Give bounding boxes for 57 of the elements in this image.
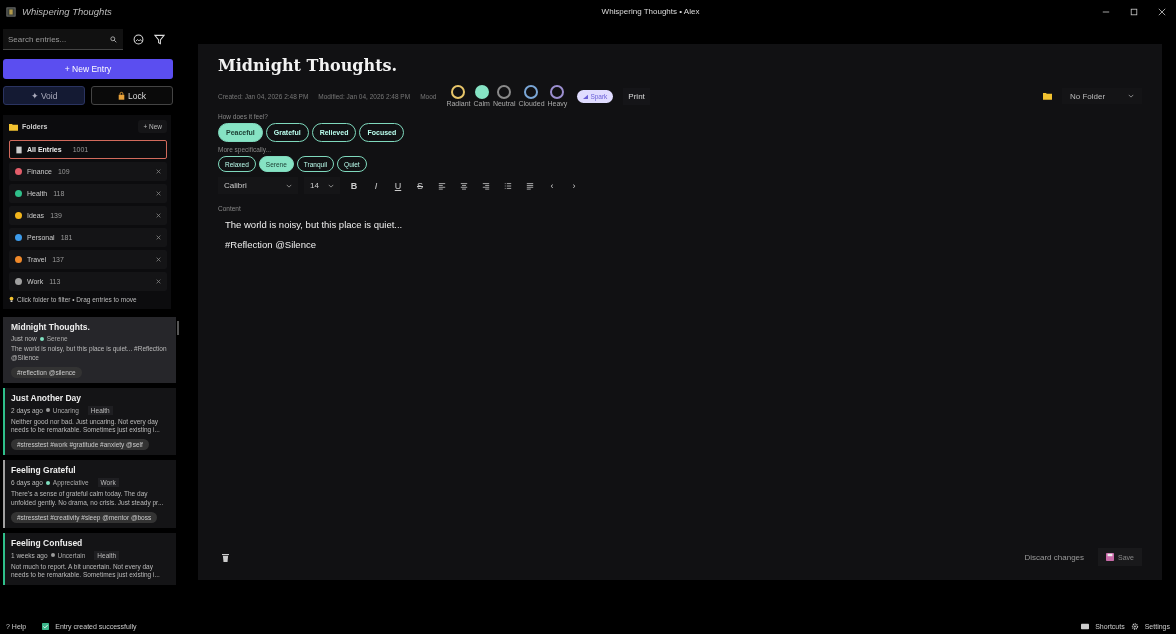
new-entry-button[interactable]: + New Entry xyxy=(3,59,173,79)
bullet-list-icon[interactable] xyxy=(504,181,512,190)
entry-title: Just Another Day xyxy=(11,392,83,403)
settings-icon[interactable] xyxy=(1130,622,1139,630)
delete-icon[interactable] xyxy=(156,279,161,284)
italic-button[interactable]: I xyxy=(368,180,384,191)
app-logo-icon xyxy=(6,6,16,17)
maximize-icon[interactable] xyxy=(1130,7,1138,16)
filter-icon[interactable] xyxy=(154,34,165,45)
chevron-down-icon xyxy=(328,183,334,188)
search-field[interactable]: Search entries... xyxy=(3,29,123,50)
align-left-icon[interactable] xyxy=(438,181,446,190)
entry-title: Feeling Grateful xyxy=(11,465,77,476)
chevron-down-icon xyxy=(286,183,292,188)
mood-option[interactable] xyxy=(550,85,565,99)
void-button[interactable]: ✦ Void xyxy=(3,86,85,105)
entry-title-heading[interactable]: Midnight Thoughts. xyxy=(218,56,1142,75)
discard-button[interactable]: Discard changes xyxy=(1018,551,1091,563)
undo-button[interactable]: ‹ xyxy=(544,180,560,191)
image-icon[interactable] xyxy=(133,34,144,45)
content-editor[interactable]: The world is noisy, but this place is quiet... #Reflection @Silence xyxy=(218,215,1142,548)
window-title: Whispering Thoughts • Alex xyxy=(601,7,700,16)
align-right-icon[interactable] xyxy=(482,181,490,190)
lightbulb-icon xyxy=(9,296,14,303)
mood-option[interactable] xyxy=(451,85,466,99)
entry-title: Midnight Thoughts. xyxy=(11,322,91,332)
folder-icon xyxy=(1043,92,1052,100)
align-center-icon[interactable] xyxy=(460,181,468,190)
lock-button[interactable]: Lock xyxy=(91,86,173,105)
delete-icon[interactable] xyxy=(156,169,161,174)
folder-icon xyxy=(9,122,18,131)
redo-button[interactable]: › xyxy=(566,180,582,191)
mood-option[interactable] xyxy=(524,85,539,99)
mood-option[interactable] xyxy=(497,85,512,99)
underline-button[interactable]: U xyxy=(390,180,406,191)
justify-icon[interactable] xyxy=(526,181,534,190)
chart-icon xyxy=(583,93,589,99)
lock-icon xyxy=(118,91,125,100)
close-icon[interactable] xyxy=(1158,7,1166,16)
search-icon[interactable] xyxy=(110,36,117,43)
keyboard-icon xyxy=(1081,622,1090,630)
delete-icon[interactable] xyxy=(156,213,161,218)
app-name: Whispering Thoughts xyxy=(22,6,112,17)
delete-icon[interactable] xyxy=(156,235,161,240)
delete-icon[interactable] xyxy=(156,257,161,262)
font-size-dropdown[interactable]: 14 xyxy=(304,177,340,194)
entry-title: Feeling Confused xyxy=(11,537,84,548)
trash-icon[interactable] xyxy=(222,552,229,562)
document-icon xyxy=(16,145,22,154)
print-button[interactable]: Print xyxy=(623,87,650,105)
mood-option[interactable] xyxy=(474,85,489,99)
delete-icon[interactable] xyxy=(156,191,161,196)
strikethrough-button[interactable]: S xyxy=(412,180,428,191)
bold-button[interactable]: B xyxy=(346,180,362,191)
font-dropdown[interactable]: Calibri xyxy=(218,177,298,194)
chevron-down-icon xyxy=(1128,94,1134,98)
check-icon xyxy=(42,622,50,630)
